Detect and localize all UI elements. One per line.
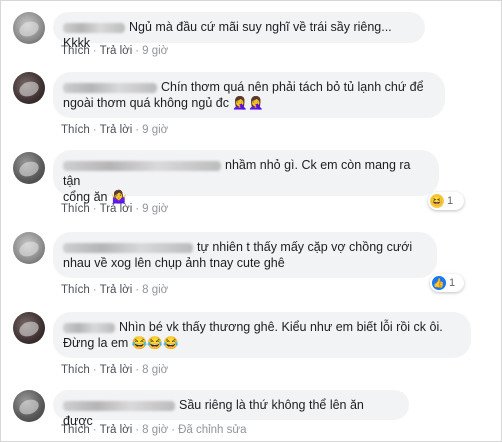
blurred-author-name[interactable] bbox=[63, 322, 115, 333]
comment-text-line: Nhìn bé vk thấy thương ghê. Kiểu như em … bbox=[119, 320, 443, 334]
separator-dot: · bbox=[135, 284, 140, 296]
avatar[interactable] bbox=[13, 232, 45, 264]
reply-link[interactable]: Trả lời bbox=[100, 364, 133, 376]
comment-bubble: Sầu riêng là thứ không thể lên ăn được bbox=[53, 390, 409, 428]
separator-dot: · bbox=[135, 45, 140, 57]
like-reaction-icon: 👍 bbox=[432, 276, 446, 290]
like-link[interactable]: Thích bbox=[61, 203, 90, 215]
comment-bubble: Chín thơm quá nên phải tách bỏ tủ lạnh c… bbox=[53, 72, 445, 118]
comment-actions: Thích · Trả lời · 8 giờ bbox=[61, 364, 168, 376]
separator-dot: · bbox=[92, 124, 97, 136]
blurred-author-name[interactable] bbox=[63, 160, 221, 171]
reply-link[interactable]: Trả lời bbox=[100, 45, 133, 57]
avatar[interactable] bbox=[13, 390, 45, 422]
reply-link[interactable]: Trả lời bbox=[100, 203, 133, 215]
timestamp[interactable]: 9 giờ bbox=[142, 45, 168, 57]
separator-dot: · bbox=[135, 124, 140, 136]
avatar[interactable] bbox=[13, 152, 45, 184]
reaction-number: 1 bbox=[449, 277, 456, 289]
comment-bubble: Ngủ mà đầu cứ mãi suy nghĩ về trái sầy r… bbox=[53, 12, 425, 50]
comment-actions: Thích · Trả lời · 8 giờ · Đã chỉnh sửa bbox=[61, 424, 247, 436]
comment-text-line: ngoài thơm quá không ngủ đc 🤦‍♀️🤦‍♀️ bbox=[63, 96, 264, 110]
avatar[interactable] bbox=[13, 312, 45, 344]
separator-dot: · bbox=[92, 45, 97, 57]
comment-bubble: nhầm nhỏ gì. Ck em còn mang ra tận cổng … bbox=[53, 150, 439, 204]
timestamp[interactable]: 9 giờ bbox=[142, 203, 168, 215]
like-link[interactable]: Thích bbox=[61, 45, 90, 57]
timestamp[interactable]: 8 giờ bbox=[142, 364, 168, 376]
blurred-author-name[interactable] bbox=[63, 400, 175, 411]
blurred-author-name[interactable] bbox=[63, 22, 125, 33]
comment-text-line: nhau về xog lên chụp ảnh tnay cute ghê bbox=[63, 256, 285, 270]
comment-actions: Thích · Trả lời · 9 giờ bbox=[61, 203, 168, 215]
like-link[interactable]: Thích bbox=[61, 124, 90, 136]
separator-dot: · bbox=[92, 424, 97, 436]
edited-label[interactable]: Đã chỉnh sửa bbox=[178, 424, 246, 436]
separator-dot: · bbox=[171, 424, 176, 436]
reaction-number: 1 bbox=[447, 195, 454, 207]
like-link[interactable]: Thích bbox=[61, 364, 90, 376]
blurred-author-name[interactable] bbox=[63, 242, 193, 253]
reply-link[interactable]: Trả lời bbox=[100, 124, 133, 136]
comment-actions: Thích · Trả lời · 8 giờ bbox=[61, 284, 168, 296]
reaction-count[interactable]: 👍 1 bbox=[430, 274, 464, 292]
separator-dot: · bbox=[92, 284, 97, 296]
separator-dot: · bbox=[135, 424, 140, 436]
haha-reaction-icon: 😆 bbox=[430, 194, 444, 208]
comment-text-line: tự nhiên t thấy mấy cặp vợ chồng cưới bbox=[197, 240, 413, 254]
comment-bubble: Nhìn bé vk thấy thương ghê. Kiểu như em … bbox=[53, 312, 471, 358]
separator-dot: · bbox=[135, 203, 140, 215]
timestamp[interactable]: 8 giờ bbox=[142, 424, 168, 436]
timestamp[interactable]: 8 giờ bbox=[142, 284, 168, 296]
separator-dot: · bbox=[92, 203, 97, 215]
avatar[interactable] bbox=[13, 12, 45, 44]
like-link[interactable]: Thích bbox=[61, 284, 90, 296]
avatar[interactable] bbox=[13, 72, 45, 104]
reaction-count[interactable]: 😆 1 bbox=[428, 192, 464, 210]
separator-dot: · bbox=[92, 364, 97, 376]
reply-link[interactable]: Trả lời bbox=[100, 424, 133, 436]
separator-dot: · bbox=[135, 364, 140, 376]
blurred-author-name[interactable] bbox=[63, 82, 157, 93]
comment-text-line: Đừng la em 😂😂😂 bbox=[63, 336, 179, 350]
timestamp[interactable]: 9 giờ bbox=[142, 124, 168, 136]
comment-bubble: tự nhiên t thấy mấy cặp vợ chồng cưới nh… bbox=[53, 232, 437, 278]
reply-link[interactable]: Trả lời bbox=[100, 284, 133, 296]
comment-actions: Thích · Trả lời · 9 giờ bbox=[61, 124, 168, 136]
like-link[interactable]: Thích bbox=[61, 424, 90, 436]
comment-text-line: Chín thơm quá nên phải tách bỏ tủ lạnh c… bbox=[161, 80, 424, 94]
comment-actions: Thích · Trả lời · 9 giờ bbox=[61, 45, 168, 57]
